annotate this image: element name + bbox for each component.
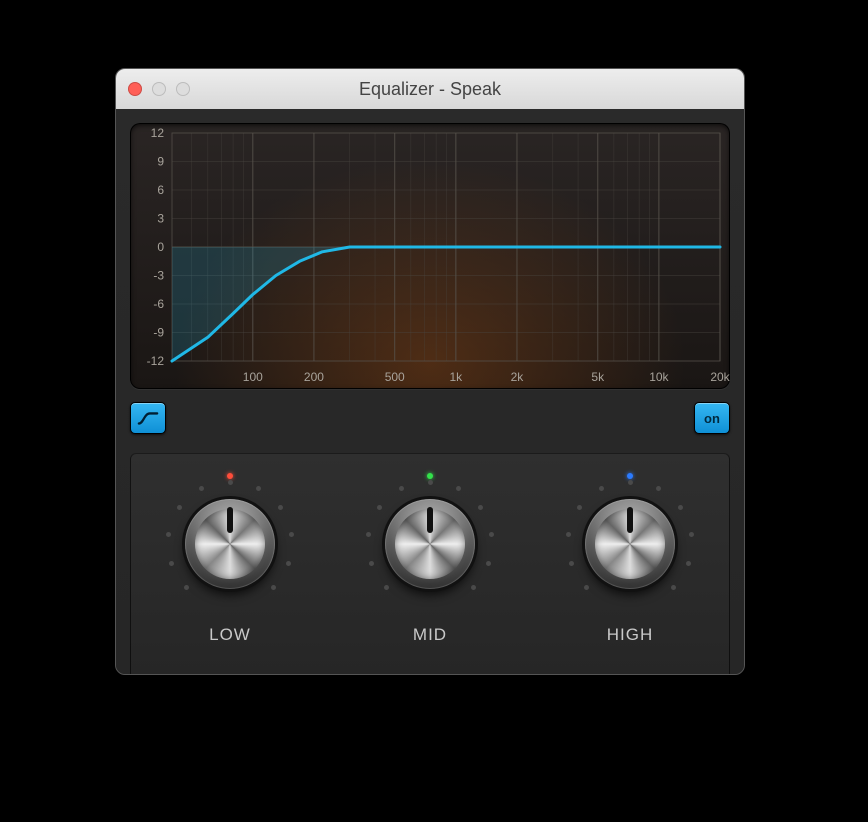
- knob-tick: [566, 532, 571, 537]
- knob-tick: [678, 505, 683, 510]
- knob-low[interactable]: [185, 499, 275, 589]
- svg-text:5k: 5k: [591, 370, 605, 384]
- svg-text:6: 6: [157, 183, 164, 197]
- knob-tick: [671, 585, 676, 590]
- lowcut-icon: [137, 409, 159, 427]
- svg-text:3: 3: [157, 212, 164, 226]
- on-button-label: on: [704, 411, 720, 426]
- svg-text:12: 12: [151, 126, 165, 140]
- knob-tick: [286, 561, 291, 566]
- svg-text:200: 200: [304, 370, 324, 384]
- svg-text:-6: -6: [153, 297, 164, 311]
- plugin-body: 129630-3-6-9-121002005001k2k5k10k20k on …: [116, 109, 744, 674]
- knob-high-label: HIGH: [545, 625, 715, 645]
- svg-text:1k: 1k: [449, 370, 463, 384]
- lowcut-button[interactable]: [130, 402, 166, 434]
- knob-tick: [166, 532, 171, 537]
- equalizer-window: Equalizer - Speak 12 9 6 3 0 -3 -6 -9 -12 100 200 5…: [115, 68, 745, 675]
- knob-tick: [656, 486, 661, 491]
- svg-text:0: 0: [157, 240, 164, 254]
- knob-tick: [369, 561, 374, 566]
- knob-mid[interactable]: [385, 499, 475, 589]
- knob-group-high: HIGH: [545, 469, 715, 645]
- knob-tick: [456, 486, 461, 491]
- knob-tick: [584, 585, 589, 590]
- knob-tick: [686, 561, 691, 566]
- knob-tick: [599, 486, 604, 491]
- knob-tick: [271, 585, 276, 590]
- knob-tick: [577, 505, 582, 510]
- on-button[interactable]: on: [694, 402, 730, 434]
- knob-group-low: LOW: [145, 469, 315, 645]
- knob-tick: [384, 585, 389, 590]
- knob-tick: [177, 505, 182, 510]
- knob-tick: [486, 561, 491, 566]
- svg-text:100: 100: [243, 370, 263, 384]
- knob-tick: [289, 532, 294, 537]
- knob-tick: [428, 480, 433, 485]
- knob-high[interactable]: [585, 499, 675, 589]
- knob-tick: [399, 486, 404, 491]
- svg-text:2k: 2k: [511, 370, 525, 384]
- button-row: on: [130, 401, 730, 435]
- knob-mid-label: MID: [345, 625, 515, 645]
- knob-section: LOW MID HIGH: [130, 453, 730, 675]
- knob-tick: [689, 532, 694, 537]
- knob-tick: [169, 561, 174, 566]
- knob-tick: [199, 486, 204, 491]
- svg-text:10k: 10k: [649, 370, 669, 384]
- knob-tick: [366, 532, 371, 537]
- knob-tick: [471, 585, 476, 590]
- svg-text:-12: -12: [147, 354, 165, 368]
- knob-high-wrap: [555, 469, 705, 619]
- svg-text:-9: -9: [153, 326, 164, 340]
- titlebar[interactable]: Equalizer - Speak: [116, 69, 744, 110]
- knob-tick: [377, 505, 382, 510]
- knob-tick: [278, 505, 283, 510]
- knob-mid-wrap: [355, 469, 505, 619]
- svg-text:9: 9: [157, 155, 164, 169]
- knob-tick: [489, 532, 494, 537]
- knob-tick: [228, 480, 233, 485]
- eq-graph[interactable]: 12 9 6 3 0 -3 -6 -9 -12 100 200 500 1k 2k 5k 10k 20k: [130, 123, 730, 389]
- knob-low-label: LOW: [145, 625, 315, 645]
- led-low: [227, 473, 233, 479]
- led-mid: [427, 473, 433, 479]
- knob-low-wrap: [155, 469, 305, 619]
- svg-text:-3: -3: [153, 269, 164, 283]
- knob-tick: [628, 480, 633, 485]
- knob-group-mid: MID: [345, 469, 515, 645]
- knob-tick: [256, 486, 261, 491]
- window-title: Equalizer - Speak: [116, 79, 744, 100]
- led-high: [627, 473, 633, 479]
- svg-text:20k: 20k: [710, 370, 730, 384]
- knob-tick: [569, 561, 574, 566]
- svg-text:500: 500: [385, 370, 405, 384]
- knob-tick: [184, 585, 189, 590]
- knob-tick: [478, 505, 483, 510]
